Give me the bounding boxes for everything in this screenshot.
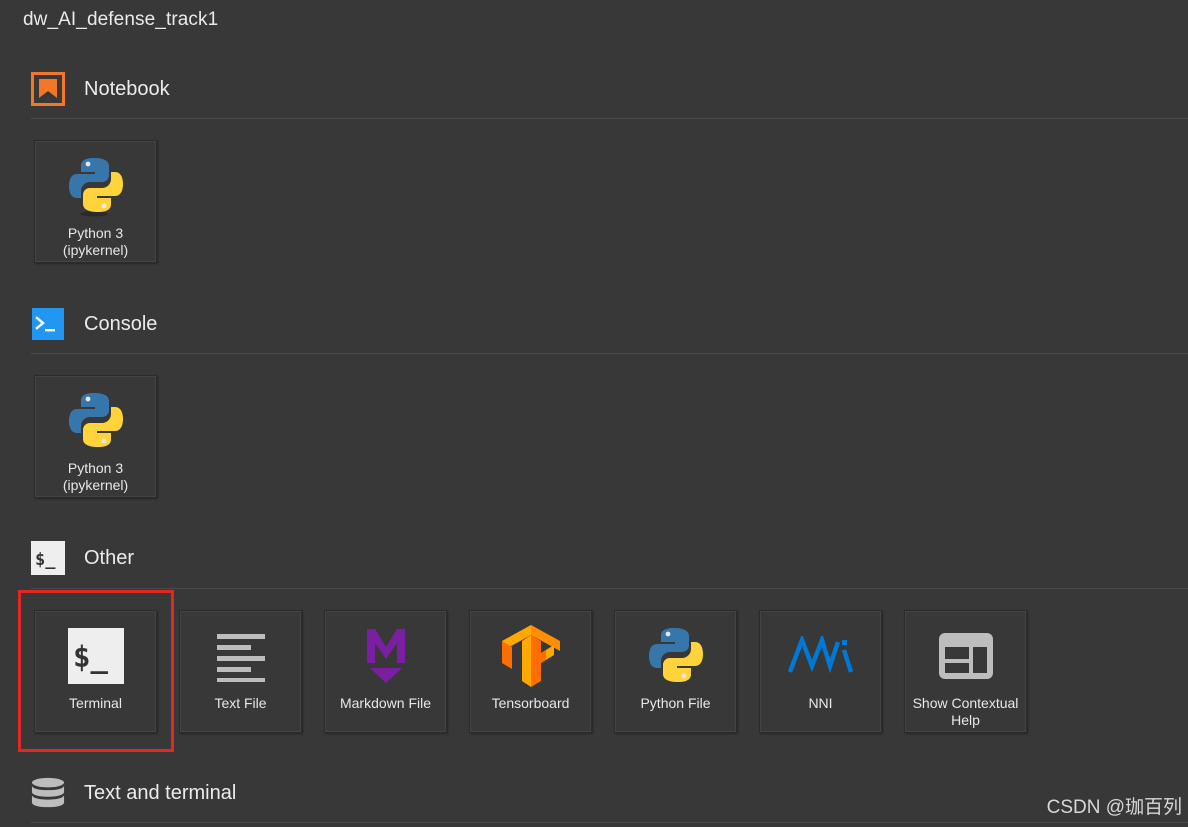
card-label: Python File: [640, 695, 711, 711]
section-divider: [31, 353, 1188, 354]
contextual-help-panel-icon: [905, 621, 1026, 691]
section-divider: [31, 118, 1188, 119]
section-title-console: Console: [84, 312, 158, 335]
notebook-card-python3[interactable]: Python 3 (ipykernel): [34, 140, 157, 263]
section-header-text-and-terminal: Text and terminal: [31, 776, 236, 810]
svg-text:$_: $_: [35, 550, 56, 570]
section-header-notebook: Notebook: [31, 72, 170, 106]
card-label-line2: (ipykernel): [62, 477, 129, 493]
other-card-tensorboard[interactable]: Tensorboard: [469, 610, 592, 733]
section-divider: [31, 822, 1188, 823]
launcher-cwd-title: dw_AI_defense_track1: [23, 9, 219, 30]
python-logo-icon: [35, 151, 156, 221]
markdown-m-icon: [325, 621, 446, 691]
card-label: Markdown File: [339, 695, 432, 711]
card-label-line2: (ipykernel): [62, 242, 129, 258]
card-label-line1: Show Contextual: [912, 695, 1019, 711]
other-card-text-file[interactable]: Text File: [179, 610, 302, 733]
card-label: NNI: [808, 695, 833, 711]
terminal-icon: $_: [35, 621, 156, 691]
section-header-other: $_ Other: [31, 541, 134, 575]
other-card-show-contextual-help[interactable]: Show Contextual Help: [904, 610, 1027, 733]
other-card-markdown-file[interactable]: Markdown File: [324, 610, 447, 733]
console-card-python3[interactable]: Python 3 (ipykernel): [34, 375, 157, 498]
text-file-lines-icon: [180, 621, 301, 691]
database-stack-icon: [31, 776, 65, 810]
card-label: Python 3 (ipykernel): [37, 225, 154, 259]
csdn-watermark: CSDN @珈百列: [1046, 797, 1182, 818]
other-card-nni[interactable]: NNI: [759, 610, 882, 733]
launcher-panel: dw_AI_defense_track1 Notebook Python 3 (…: [0, 0, 1188, 827]
card-label: Terminal: [69, 695, 122, 711]
tensorflow-logo-icon: [470, 621, 591, 691]
terminal-dollar-icon: $_: [31, 541, 65, 575]
card-label-line1: Python 3: [67, 460, 124, 476]
python-logo-icon: [35, 386, 156, 456]
other-card-terminal[interactable]: $_ Terminal: [34, 610, 157, 733]
section-divider: [31, 588, 1188, 589]
section-title-text-and-terminal: Text and terminal: [84, 781, 237, 804]
nni-logo-icon: [760, 621, 881, 691]
other-card-python-file[interactable]: Python File: [614, 610, 737, 733]
card-label: Tensorboard: [491, 695, 570, 711]
card-label: Show Contextual Help: [907, 695, 1024, 729]
notebook-bookmark-icon: [31, 72, 65, 106]
section-title-other: Other: [84, 546, 135, 569]
python-logo-icon: [615, 621, 736, 691]
svg-text:$_: $_: [73, 640, 108, 674]
card-label: Python 3 (ipykernel): [37, 460, 154, 494]
section-header-console: Console: [31, 307, 157, 341]
card-label: Text File: [214, 695, 267, 711]
section-title-notebook: Notebook: [84, 77, 170, 100]
console-prompt-icon: [31, 307, 65, 341]
card-label-line1: Python 3: [67, 225, 124, 241]
card-label-line2: Help: [951, 712, 980, 728]
